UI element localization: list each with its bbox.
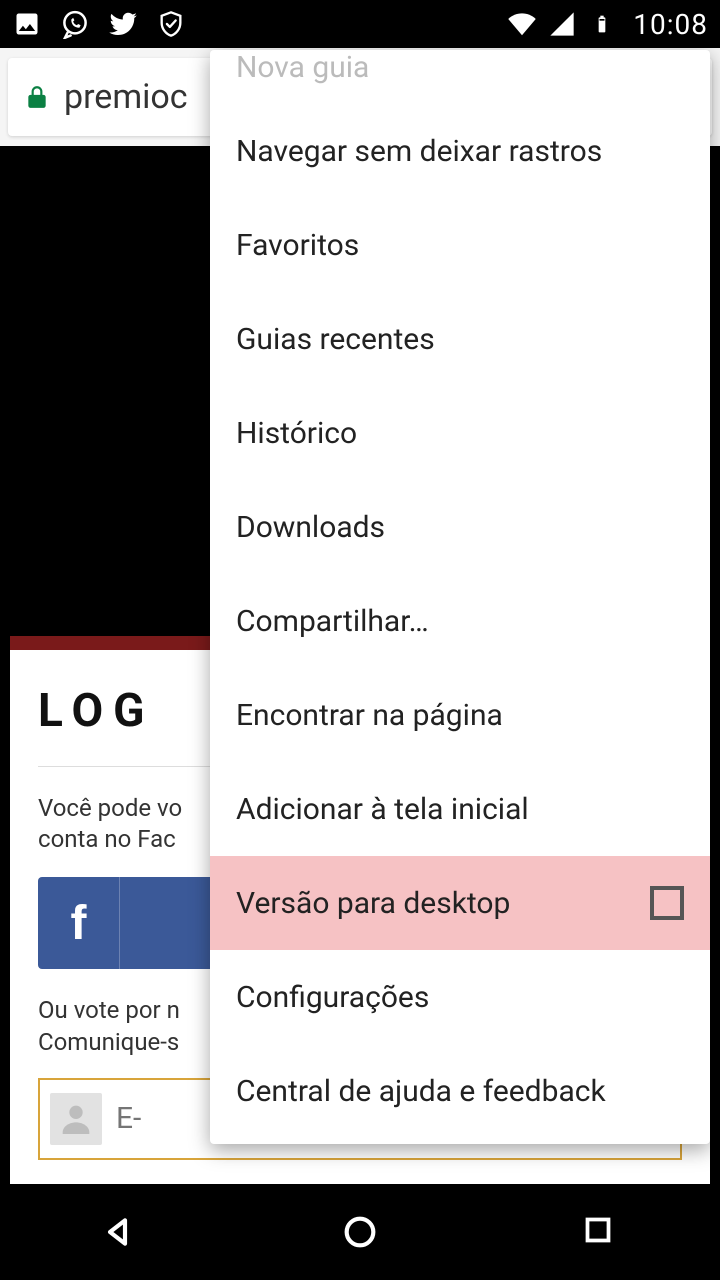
menu-label: Versão para desktop <box>236 886 510 921</box>
system-nav-bar <box>0 1184 720 1280</box>
menu-item-find-in-page[interactable]: Encontrar na página <box>210 668 710 762</box>
whatsapp-icon <box>60 9 90 39</box>
menu-item-new-tab[interactable]: Nova guia <box>210 50 710 104</box>
status-left <box>12 9 186 39</box>
wifi-icon <box>507 9 537 39</box>
menu-label: Configurações <box>236 980 429 1015</box>
menu-item-incognito[interactable]: Navegar sem deixar rastros <box>210 104 710 198</box>
menu-item-downloads[interactable]: Downloads <box>210 480 710 574</box>
menu-label: Navegar sem deixar rastros <box>236 134 602 169</box>
cell-signal-icon <box>547 9 577 39</box>
back-icon[interactable] <box>100 1212 140 1252</box>
menu-item-bookmarks[interactable]: Favoritos <box>210 198 710 292</box>
menu-label: Histórico <box>236 416 357 451</box>
image-icon <box>12 9 42 39</box>
recents-icon[interactable] <box>580 1212 620 1252</box>
menu-item-settings[interactable]: Configurações <box>210 950 710 1044</box>
menu-label: Encontrar na página <box>236 698 503 733</box>
login-desc-line1: Você pode vo <box>38 794 182 822</box>
menu-item-recent-tabs[interactable]: Guias recentes <box>210 292 710 386</box>
menu-label: Compartilhar… <box>236 604 429 639</box>
twitter-icon <box>108 9 138 39</box>
home-icon[interactable] <box>340 1212 380 1252</box>
menu-item-history[interactable]: Histórico <box>210 386 710 480</box>
email-field[interactable] <box>116 1101 176 1136</box>
menu-item-add-to-home[interactable]: Adicionar à tela inicial <box>210 762 710 856</box>
menu-item-share[interactable]: Compartilhar… <box>210 574 710 668</box>
lock-icon <box>24 82 50 112</box>
menu-label: Nova guia <box>236 50 369 85</box>
menu-label: Adicionar à tela inicial <box>236 792 529 827</box>
url-text: premioc <box>64 77 188 117</box>
menu-label: Central de ajuda e feedback <box>236 1074 606 1109</box>
menu-label: Favoritos <box>236 228 359 263</box>
status-clock: 10:08 <box>633 8 708 41</box>
status-right: 10:08 <box>507 8 708 41</box>
desktop-site-checkbox[interactable] <box>650 886 684 920</box>
facebook-icon: f <box>38 877 120 969</box>
menu-item-help-feedback[interactable]: Central de ajuda e feedback <box>210 1044 710 1138</box>
status-bar: 10:08 <box>0 0 720 48</box>
shield-check-icon <box>156 9 186 39</box>
browser-overflow-menu: Nova guia Navegar sem deixar rastros Fav… <box>210 50 710 1144</box>
menu-item-desktop-site[interactable]: Versão para desktop <box>210 856 710 950</box>
or-line2: Comunique-s <box>38 1028 179 1056</box>
battery-icon <box>587 9 617 39</box>
menu-label: Downloads <box>236 510 385 545</box>
person-icon <box>50 1093 102 1145</box>
menu-label: Guias recentes <box>236 322 435 357</box>
login-desc-line2: conta no Fac <box>38 825 176 853</box>
or-line1: Ou vote por n <box>38 996 180 1024</box>
